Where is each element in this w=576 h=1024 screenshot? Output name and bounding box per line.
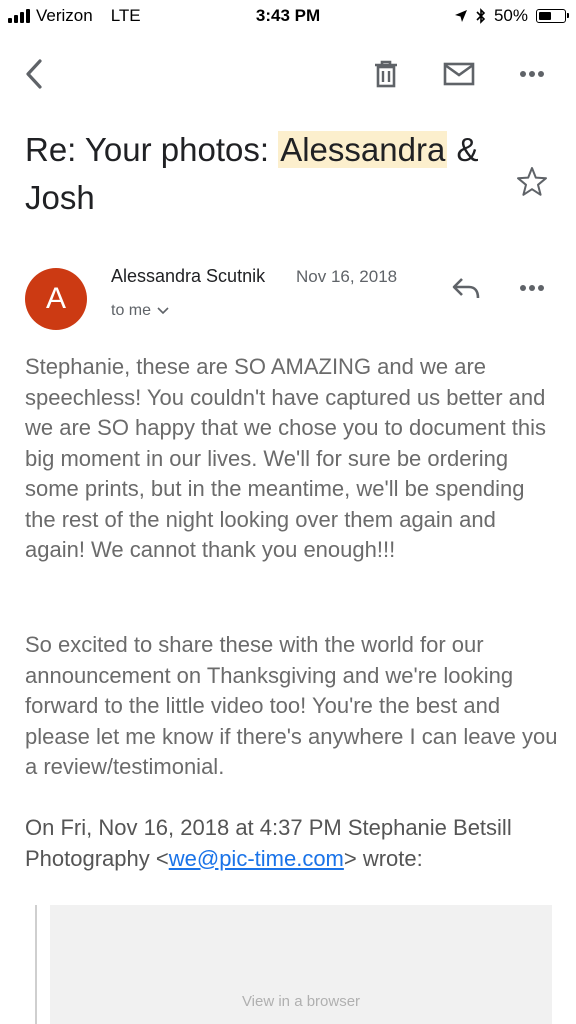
message-body-paragraph: So excited to share these with the world… bbox=[25, 632, 558, 779]
more-options-button[interactable] bbox=[512, 54, 552, 94]
star-button[interactable] bbox=[514, 164, 550, 200]
subject-highlight: Alessandra bbox=[278, 131, 448, 168]
subject-prefix: Re: Your photos: bbox=[25, 131, 279, 168]
quote-bar bbox=[35, 905, 37, 1024]
more-dots-icon bbox=[520, 71, 544, 77]
email-toolbar bbox=[0, 44, 576, 104]
delete-button[interactable] bbox=[366, 54, 406, 94]
sender-email-link[interactable]: we@pic-time.com bbox=[169, 846, 344, 871]
recipient-toggle[interactable]: to me bbox=[111, 302, 169, 320]
status-right: 50% bbox=[454, 6, 569, 26]
more-dots-icon bbox=[520, 285, 544, 291]
status-bar: Verizon LTE 3:43 PM 50% bbox=[0, 0, 576, 34]
chevron-down-icon bbox=[157, 307, 169, 315]
reply-button[interactable] bbox=[446, 268, 486, 308]
mark-unread-button[interactable] bbox=[439, 54, 479, 94]
recipient-label: to me bbox=[111, 302, 152, 319]
email-subject: Re: Your photos: Alessandra & Josh bbox=[25, 126, 495, 222]
battery-percent: 50% bbox=[493, 6, 528, 25]
sender-name: Alessandra Scutnik bbox=[111, 266, 266, 286]
email-date: Nov 16, 2018 bbox=[296, 267, 398, 286]
sender-avatar[interactable]: A bbox=[25, 268, 87, 330]
envelope-icon bbox=[443, 62, 475, 86]
view-in-browser-link[interactable]: View in a browser bbox=[50, 993, 552, 1010]
message-body-paragraph: Stephanie, these are SO AMAZING and we a… bbox=[25, 354, 546, 562]
message-more-button[interactable] bbox=[512, 268, 552, 308]
bluetooth-icon bbox=[476, 8, 486, 24]
quoted-message: View in a browser bbox=[50, 905, 552, 1024]
battery-icon bbox=[536, 9, 569, 23]
quote-outro: > wrote: bbox=[343, 845, 423, 871]
trash-icon bbox=[375, 60, 397, 88]
location-icon bbox=[454, 10, 467, 22]
reply-icon bbox=[452, 278, 480, 299]
back-button[interactable] bbox=[14, 54, 54, 94]
star-icon bbox=[517, 167, 547, 196]
back-arrow-icon bbox=[26, 59, 42, 89]
quote-attribution: On Fri, Nov 16, 2018 at 4:37 PM Stephani… bbox=[25, 813, 545, 874]
